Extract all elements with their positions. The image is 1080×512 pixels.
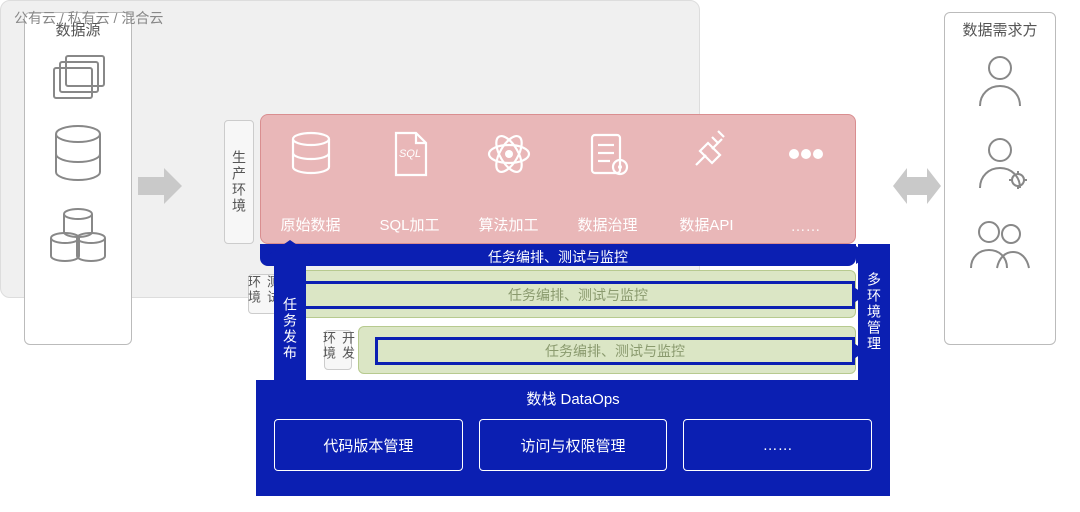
stage-api: 数据API — [657, 115, 756, 243]
multi-env-management: 多环境管理 — [858, 244, 890, 380]
data-consumer-icons — [945, 44, 1055, 290]
stage-raw: 原始数据 — [261, 115, 360, 243]
stage-gov-label: 数据治理 — [577, 214, 637, 235]
stage-api-label: 数据API — [679, 214, 733, 235]
dataops-code-versioning: 代码版本管理 — [274, 419, 463, 471]
data-consumer-title: 数据需求方 — [945, 13, 1055, 44]
dev-env-box: 任务编排、测试与监控 — [358, 326, 856, 374]
people-group-icon — [967, 214, 1033, 278]
data-source-icons — [25, 44, 131, 280]
sql-file-icon: SQL — [386, 129, 434, 179]
data-consumer-panel: 数据需求方 — [944, 12, 1056, 345]
list-gear-icon — [584, 129, 632, 179]
dots-icon — [781, 129, 831, 179]
stage-more-label: …… — [791, 218, 821, 235]
stage-sql-label: SQL加工 — [379, 214, 439, 235]
atom-icon — [484, 129, 534, 179]
person-analyst-icon — [970, 50, 1030, 114]
stage-more: …… — [756, 115, 855, 243]
plug-icon — [682, 129, 732, 179]
dev-env-label: 开发环境 — [324, 330, 352, 370]
database-icon — [48, 122, 108, 186]
prod-env-box: 原始数据 SQL SQL加工 算法加工 数据治理 数据API …… — [260, 114, 856, 244]
prod-env-label: 生产环境 — [224, 120, 254, 244]
files-icon — [48, 50, 108, 104]
data-source-panel: 数据源 — [24, 12, 132, 345]
dataops-title: 数栈 DataOps — [256, 380, 890, 415]
stage-algo: 算法加工 — [459, 115, 558, 243]
stage-algo-label: 算法加工 — [478, 214, 538, 235]
stage-raw-label: 原始数据 — [280, 214, 340, 235]
orchestration-bar-dev: 任务编排、测试与监控 — [375, 337, 855, 365]
stage-sql: SQL SQL加工 — [360, 115, 459, 243]
test-env-box: 任务编排、测试与监控 — [284, 270, 856, 318]
dataops-access-control: 访问与权限管理 — [479, 419, 668, 471]
person-developer-icon — [970, 132, 1030, 196]
db-icon — [285, 129, 337, 179]
dataops-more: …… — [683, 419, 872, 471]
cloud-title: 公有云 / 私有云 / 混合云 — [14, 8, 163, 28]
barrels-icon — [43, 204, 113, 268]
arrow-cloud-to-consumer — [893, 168, 941, 204]
dataops-section: 数栈 DataOps 代码版本管理 访问与权限管理 …… — [256, 380, 890, 496]
arrow-source-to-cloud — [138, 168, 182, 204]
orchestration-bar-test: 任务编排、测试与监控 — [301, 281, 855, 309]
orchestration-bar-prod: 任务编排、测试与监控 — [260, 244, 856, 266]
svg-text:SQL: SQL — [398, 148, 420, 160]
stage-gov: 数据治理 — [558, 115, 657, 243]
